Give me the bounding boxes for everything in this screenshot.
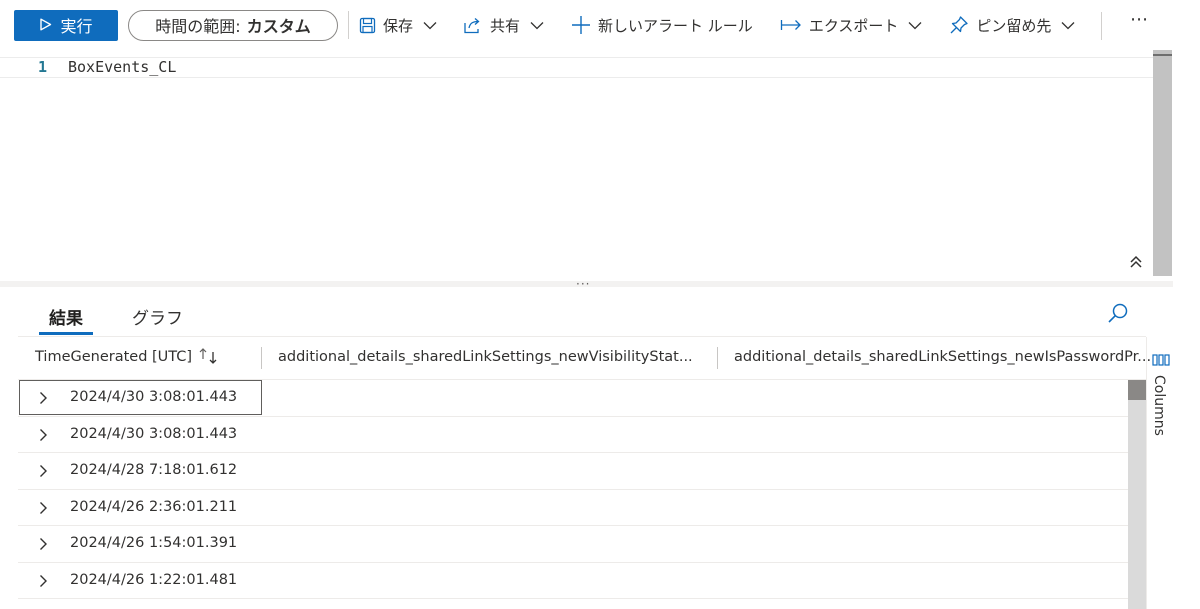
line-number: 1 (38, 58, 48, 76)
new-alert-rule-label: 新しいアラート ルール (598, 16, 753, 35)
results-scrollbar[interactable] (1128, 380, 1146, 609)
sort-icon[interactable] (198, 347, 220, 371)
tab-chart[interactable]: グラフ (132, 304, 183, 329)
share-icon (463, 17, 483, 34)
share-label: 共有 (490, 16, 521, 35)
column-divider[interactable] (261, 347, 262, 369)
query-toolbar: 実行 時間の範囲: カスタム 保存 共有 新しいアラート ルール エクスポート … (0, 0, 1200, 50)
results-grid-body: 2024/4/30 3:08:01.443 2024/4/30 3:08:01.… (18, 380, 1128, 609)
table-row[interactable]: 2024/4/30 3:08:01.443 (18, 380, 1128, 417)
query-text[interactable]: BoxEvents_CL (68, 58, 176, 76)
save-button[interactable]: 保存 (359, 9, 437, 41)
search-icon (1107, 303, 1129, 328)
time-range-button[interactable]: 時間の範囲: カスタム (128, 9, 338, 41)
table-row[interactable]: 2024/4/26 2:36:01.211 (18, 490, 1128, 526)
column-header-newvisibility[interactable]: additional_details_sharedLinkSettings_ne… (278, 349, 693, 365)
query-editor[interactable]: 1 BoxEvents_CL (0, 50, 1200, 280)
double-chevron-up-icon (1128, 255, 1144, 274)
chevron-right-icon[interactable] (39, 574, 48, 592)
columns-panel-label[interactable]: Columns (1151, 375, 1167, 436)
scrollbar-cursor-marker (1153, 54, 1172, 56)
save-icon (359, 17, 376, 34)
timegenerated-cell: 2024/4/30 3:08:01.443 (70, 425, 238, 442)
chevron-down-icon (530, 21, 544, 30)
search-results-button[interactable] (1107, 302, 1129, 328)
column-header-timegenerated[interactable]: TimeGenerated [UTC] (35, 349, 192, 365)
tab-results[interactable]: 結果 (39, 304, 93, 335)
chevron-down-icon (908, 21, 922, 30)
play-icon (39, 16, 52, 35)
results-grid-header: TimeGenerated [UTC] additional_details_s… (18, 337, 1151, 380)
share-button[interactable]: 共有 (463, 9, 544, 41)
timegenerated-cell: 2024/4/26 1:22:01.481 (70, 571, 238, 588)
chevron-down-icon (423, 21, 437, 30)
pin-button[interactable]: ピン留め先 (949, 9, 1075, 41)
table-row[interactable]: 2024/4/30 3:08:01.443 (18, 417, 1128, 453)
run-button[interactable]: 実行 (14, 9, 118, 41)
chevron-right-icon[interactable] (39, 428, 48, 446)
run-label: 実行 (60, 17, 93, 36)
timegenerated-cell: 2024/4/26 1:54:01.391 (70, 535, 238, 551)
pin-icon (949, 15, 969, 35)
editor-scrollbar[interactable] (1153, 50, 1172, 276)
log-analytics-query-page: 実行 時間の範囲: カスタム 保存 共有 新しいアラート ルール エクスポート … (0, 0, 1200, 609)
timegenerated-cell: 2024/4/30 3:08:01.443 (70, 389, 238, 405)
table-row[interactable]: 2024/4/26 1:54:01.391 (18, 526, 1128, 563)
pin-label: ピン留め先 (976, 16, 1052, 35)
timegenerated-cell: 2024/4/26 2:36:01.211 (70, 498, 238, 515)
splitter-handle[interactable]: ··· (576, 277, 590, 291)
export-arrow-icon (780, 18, 802, 32)
scrollbar-thumb[interactable] (1128, 380, 1146, 400)
toolbar-divider (348, 11, 349, 39)
column-header-newispassword[interactable]: additional_details_sharedLinkSettings_ne… (734, 349, 1151, 365)
save-label: 保存 (383, 16, 414, 35)
toolbar-divider (1101, 12, 1102, 40)
new-alert-rule-button[interactable]: 新しいアラート ルール (571, 9, 753, 41)
chevron-right-icon[interactable] (39, 537, 48, 555)
chevron-right-icon[interactable] (39, 464, 48, 482)
timegenerated-cell: 2024/4/28 7:18:01.612 (70, 462, 238, 478)
table-row[interactable]: 2024/4/26 1:22:01.481 (18, 563, 1128, 599)
export-label: エクスポート (808, 16, 899, 35)
table-row[interactable]: 2024/4/28 7:18:01.612 (18, 453, 1128, 490)
export-button[interactable]: エクスポート (780, 9, 923, 41)
plus-icon (571, 15, 591, 35)
collapse-editor-button[interactable] (1128, 254, 1144, 274)
more-options-button[interactable]: ⋯ (1130, 9, 1149, 30)
columns-side-panel[interactable]: Columns (1146, 337, 1200, 609)
column-divider[interactable] (717, 347, 718, 369)
chevron-right-icon[interactable] (39, 501, 48, 519)
columns-icon (1152, 352, 1170, 372)
time-range-label: 時間の範囲: (155, 17, 241, 36)
time-range-value: カスタム (246, 17, 311, 36)
chevron-down-icon (1061, 21, 1075, 30)
results-tabs: 結果 グラフ (0, 295, 1200, 337)
chevron-right-icon[interactable] (39, 391, 48, 409)
